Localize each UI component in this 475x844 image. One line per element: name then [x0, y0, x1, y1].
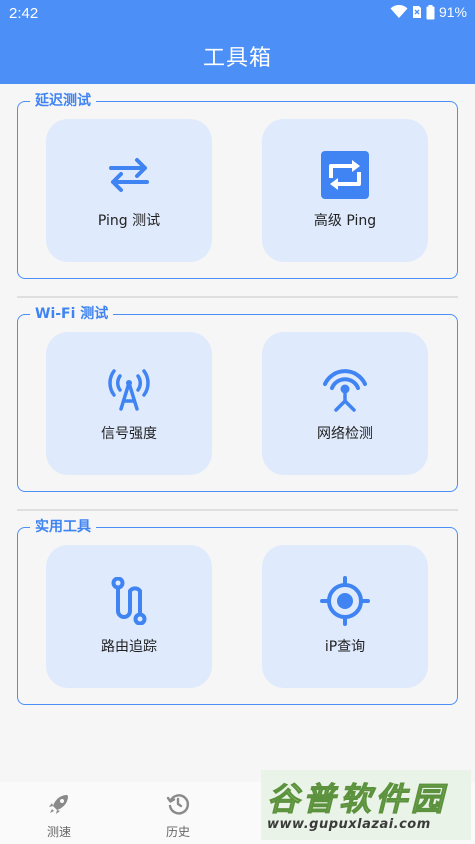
status-time: 2:42 — [9, 5, 39, 22]
nav-speed-test[interactable]: 测速 — [29, 792, 89, 840]
section-divider — [17, 296, 458, 298]
battery-percent: 91% — [438, 4, 467, 20]
section-title: 延迟测试 — [30, 92, 96, 110]
status-icons: 91% — [390, 4, 467, 20]
latency-test-section: 延迟测试 Ping 测试 高级 Ping — [17, 92, 458, 279]
wifi-icon — [390, 5, 408, 18]
signal-strength-card[interactable]: 信号强度 — [46, 332, 212, 475]
utilities-section: 实用工具 路由追踪 iP查询 — [17, 518, 458, 705]
traceroute-card[interactable]: 路由追踪 — [46, 545, 212, 688]
card-label: Ping 测试 — [97, 213, 161, 229]
ping-test-card[interactable]: Ping 测试 — [46, 119, 212, 262]
nav-label: 测速 — [46, 825, 71, 839]
page-title: 工具箱 — [202, 46, 272, 71]
section-title: 实用工具 — [30, 518, 96, 536]
card-label: iP查询 — [324, 639, 366, 655]
history-icon — [166, 794, 190, 815]
app-header: 2:42 91% 工具箱 — [0, 0, 475, 84]
locate-target-icon — [319, 575, 371, 627]
card-label: 路由追踪 — [101, 639, 157, 655]
card-label: 高级 Ping — [313, 213, 377, 229]
section-divider — [17, 509, 458, 511]
rocket-icon — [49, 795, 68, 814]
battery-icon — [426, 4, 435, 19]
status-bar: 2:42 91% — [0, 0, 475, 26]
advanced-ping-card[interactable]: 高级 Ping — [262, 119, 428, 262]
wifi-test-section: Wi-Fi 测试 信号强度 网络检测 — [17, 305, 458, 492]
no-sim-icon — [412, 6, 421, 18]
card-label: 网络检测 — [317, 426, 373, 442]
watermark: 谷普软件园 www.gupuxlazai.com — [261, 770, 471, 840]
nav-label: 历史 — [165, 825, 190, 839]
section-title: Wi-Fi 测试 — [30, 305, 114, 323]
network-tower-icon — [319, 362, 371, 414]
signal-antenna-icon — [103, 362, 155, 414]
watermark-url: www.gupuxlazai.com — [267, 817, 431, 832]
repeat-square-icon — [319, 149, 371, 201]
swap-arrows-icon — [103, 149, 155, 201]
network-check-card[interactable]: 网络检测 — [262, 332, 428, 475]
card-label: 信号强度 — [101, 426, 157, 442]
nav-history[interactable]: 历史 — [148, 792, 208, 840]
route-icon — [103, 575, 155, 627]
ip-lookup-card[interactable]: iP查询 — [262, 545, 428, 688]
watermark-title: 谷普软件园 — [266, 780, 448, 819]
